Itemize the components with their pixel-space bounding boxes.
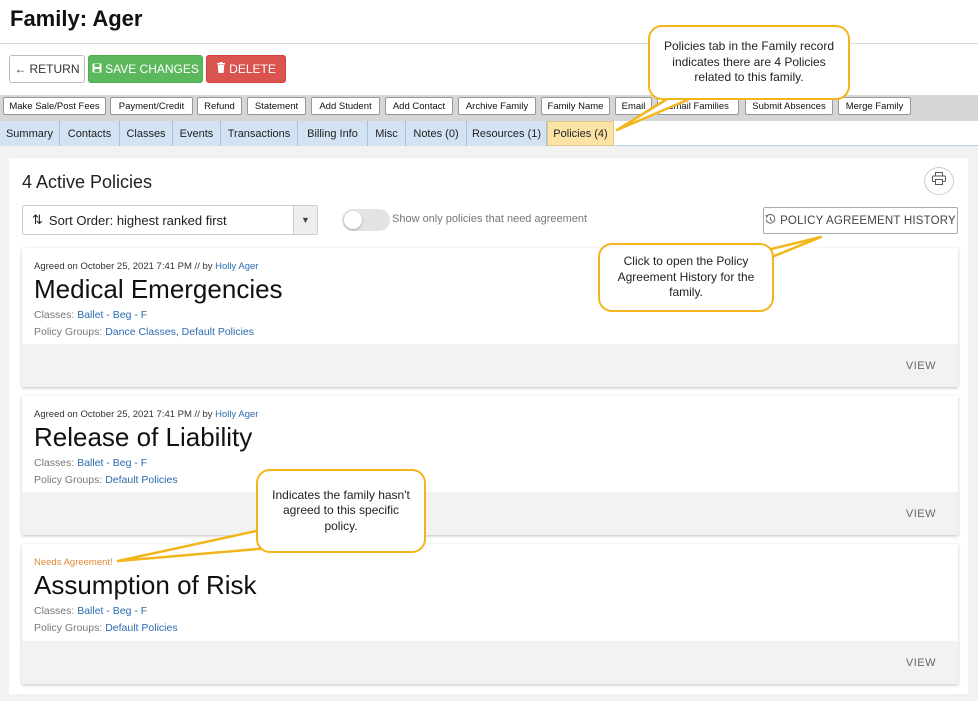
policy-title: Medical Emergencies [34, 274, 283, 304]
tab-misc[interactable]: Misc [368, 121, 406, 146]
return-label: RETURN [29, 62, 80, 76]
tab-policies[interactable]: Policies (4) [547, 121, 614, 146]
tab-events[interactable]: Events [173, 121, 221, 146]
add-contact-button[interactable]: Add Contact [385, 97, 453, 115]
class-link[interactable]: Ballet - Beg - F [77, 605, 147, 617]
active-policies-heading: 4 Active Policies [22, 172, 153, 192]
email-button[interactable]: Email [615, 97, 652, 115]
return-button[interactable]: ← RETURN [9, 55, 85, 83]
agreed-by-link[interactable]: Holly Ager [215, 409, 258, 420]
tab-bar: Summary Contacts Classes Events Transact… [0, 121, 978, 146]
policies-tab-callout: Policies tab in the Family record indica… [648, 25, 850, 100]
needs-agreement-toggle-label: Show only policies that need agreement [392, 213, 588, 225]
tab-transactions[interactable]: Transactions [221, 121, 298, 146]
dropdown-arrow-icon: ▼ [293, 206, 317, 234]
policy-groups-label: Policy Groups: [34, 622, 106, 634]
policy-classes: Classes: Ballet - Beg - F [34, 605, 147, 617]
tab-billing-info[interactable]: Billing Info [298, 121, 368, 146]
tab-classes[interactable]: Classes [120, 121, 173, 146]
policy-classes: Classes: Ballet - Beg - F [34, 309, 147, 321]
policy-groups-link[interactable]: Dance Classes, Default Policies [105, 326, 254, 338]
history-callout: Click to open the Policy Agreement Histo… [598, 243, 774, 312]
agreement-status: Agreed on October 25, 2021 7:41 PM // by… [34, 261, 258, 272]
policy-classes: Classes: Ballet - Beg - F [34, 457, 147, 469]
sort-order-select[interactable]: ⇅ Sort Order: highest ranked first ▼ [22, 205, 318, 235]
delete-button[interactable]: DELETE [206, 55, 286, 83]
class-link[interactable]: Ballet - Beg - F [77, 309, 147, 321]
sort-icon: ⇅ [32, 212, 43, 227]
view-button[interactable]: VIEW [906, 360, 936, 372]
needs-agreement-badge: Needs Agreement! [34, 557, 113, 568]
agreed-by-link[interactable]: Holly Ager [215, 261, 258, 272]
tab-contacts[interactable]: Contacts [60, 121, 120, 146]
policy-groups: Policy Groups: Default Policies [34, 474, 178, 486]
tab-resources[interactable]: Resources (1) [467, 121, 547, 146]
policy-title: Assumption of Risk [34, 570, 257, 600]
print-button[interactable] [924, 167, 954, 195]
sort-order-value: Sort Order: highest ranked first [48, 212, 227, 228]
refund-button[interactable]: Refund [197, 97, 242, 115]
class-link[interactable]: Ballet - Beg - F [77, 457, 147, 469]
family-name-button[interactable]: Family Name [541, 97, 610, 115]
policy-groups: Policy Groups: Default Policies [34, 622, 178, 634]
trash-icon [216, 62, 226, 76]
tab-notes[interactable]: Notes (0) [406, 121, 467, 146]
toggle-knob [344, 211, 362, 229]
policy-card: Agreed on October 25, 2021 7:41 PM // by… [22, 396, 958, 535]
policy-groups-label: Policy Groups: [34, 474, 106, 486]
classes-label: Classes: [34, 309, 78, 321]
policy-groups-link[interactable]: Default Policies [105, 622, 177, 634]
arrow-left-icon: ← [14, 62, 27, 76]
add-student-button[interactable]: Add Student [311, 97, 380, 115]
needs-agreement-callout: Indicates the family hasn't agreed to th… [256, 469, 426, 553]
card-footer: VIEW [22, 641, 958, 684]
printer-icon [932, 172, 946, 190]
policy-card: Needs Agreement! Assumption of Risk Clas… [22, 544, 958, 684]
page-title: Family: Ager [10, 6, 143, 31]
card-footer: VIEW [22, 492, 958, 535]
history-button-label: POLICY AGREEMENT HISTORY [780, 214, 956, 227]
archive-family-button[interactable]: Archive Family [458, 97, 536, 115]
agreement-status: Agreed on October 25, 2021 7:41 PM // by… [34, 409, 258, 420]
classes-label: Classes: [34, 605, 78, 617]
save-changes-button[interactable]: SAVE CHANGES [88, 55, 203, 83]
delete-label: DELETE [229, 62, 276, 76]
policy-groups: Policy Groups: Dance Classes, Default Po… [34, 326, 254, 338]
policy-groups-label: Policy Groups: [34, 326, 106, 338]
view-button[interactable]: VIEW [906, 508, 936, 520]
statement-button[interactable]: Statement [247, 97, 306, 115]
policy-agreement-history-button[interactable]: POLICY AGREEMENT HISTORY [763, 207, 958, 234]
floppy-disk-icon [92, 62, 102, 76]
history-icon [765, 213, 776, 228]
make-sale-button[interactable]: Make Sale/Post Fees [3, 97, 106, 115]
card-footer: VIEW [22, 344, 958, 387]
classes-label: Classes: [34, 457, 78, 469]
payment-credit-button[interactable]: Payment/Credit [110, 97, 193, 115]
agreed-date-text: Agreed on October 25, 2021 7:41 PM // by [34, 261, 216, 272]
view-button[interactable]: VIEW [906, 657, 936, 669]
policy-groups-link[interactable]: Default Policies [105, 474, 177, 486]
policy-card: Agreed on October 25, 2021 7:41 PM // by… [22, 248, 958, 387]
save-changes-label: SAVE CHANGES [105, 62, 199, 76]
policy-title: Release of Liability [34, 422, 253, 452]
merge-family-button[interactable]: Merge Family [838, 97, 911, 115]
needs-agreement-toggle[interactable] [342, 209, 390, 231]
tab-summary[interactable]: Summary [0, 121, 60, 146]
agreed-date-text: Agreed on October 25, 2021 7:41 PM // by [34, 409, 216, 420]
